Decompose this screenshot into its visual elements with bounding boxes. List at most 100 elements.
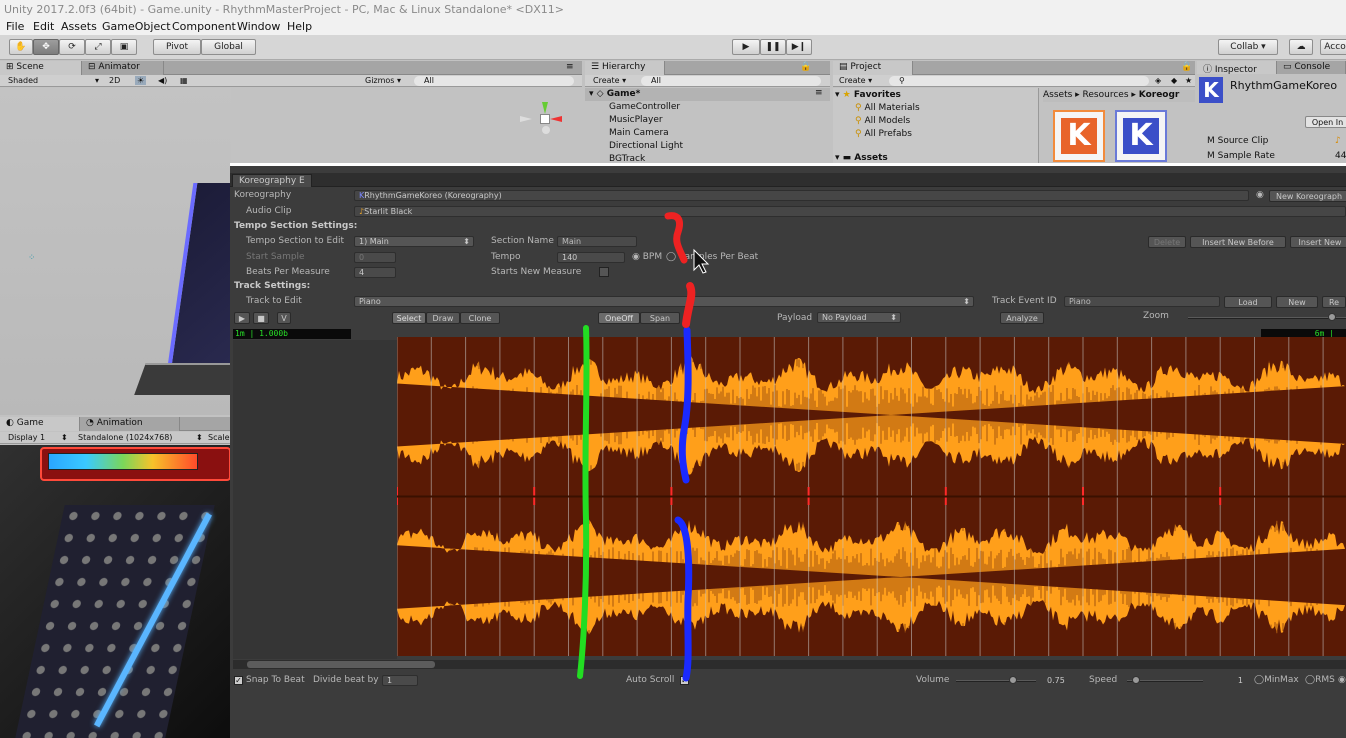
display-dropdown[interactable]: Display 1 <box>8 433 45 442</box>
project-create-dropdown[interactable]: Create ▾ <box>839 76 872 85</box>
favorites-header[interactable]: ▾ ★ Favorites <box>835 90 901 100</box>
hierarchy-item[interactable]: MusicPlayer <box>609 115 663 125</box>
favorite-item[interactable]: ⚲ All Models <box>855 116 910 126</box>
lock-icon[interactable]: 🔒 <box>800 62 811 72</box>
game-view[interactable] <box>0 445 231 738</box>
insert-after-button[interactable]: Insert New <box>1290 236 1346 248</box>
speed-value[interactable]: 1 <box>1208 675 1248 686</box>
start-sample-input[interactable]: 0 <box>354 252 396 263</box>
volume-value[interactable]: 0.75 <box>1042 675 1082 686</box>
tab-project[interactable]: ▤ Project <box>833 61 913 75</box>
menu-window[interactable]: Window <box>237 20 280 33</box>
tempo-section-dropdown[interactable]: 1) Main ⬍ <box>354 236 474 247</box>
koreography-field[interactable]: KRhythmGameKoreo (Koreography) <box>354 190 1249 201</box>
audio-toggle-icon[interactable]: ◀) <box>158 76 167 85</box>
favorite-item[interactable]: ⚲ All Prefabs <box>855 129 912 139</box>
play-icon[interactable]: ▶ <box>234 312 250 324</box>
scene-orientation-gizmo-icon[interactable] <box>516 100 576 150</box>
panel-menu-icon[interactable]: ≡ <box>566 62 574 72</box>
rms-radio[interactable]: ◯RMS <box>1305 675 1335 685</box>
new-track-button[interactable]: New <box>1276 296 1318 308</box>
play-button[interactable]: ▶ <box>732 39 760 55</box>
load-button[interactable]: Load <box>1224 296 1272 308</box>
tab-scene[interactable]: ⊞ Scene <box>0 61 82 75</box>
koreography-asset-icon[interactable]: K <box>1115 110 1167 162</box>
tab-inspector[interactable]: ⓘ Inspector <box>1197 61 1277 75</box>
star-filter-icon[interactable]: ★ <box>1185 76 1192 85</box>
display-arrow-icon[interactable]: ⬍ <box>61 433 68 442</box>
resolution-dropdown[interactable]: Standalone (1024x768) <box>78 433 172 442</box>
volume-slider[interactable] <box>956 680 1036 682</box>
speed-slider-knob[interactable] <box>1132 676 1140 684</box>
koreography-asset-icon[interactable]: K <box>1053 110 1105 162</box>
mode-select-button[interactable]: Select <box>392 312 426 324</box>
assets-folder[interactable]: ▾ ▬ Assets <box>835 153 888 163</box>
field-value[interactable]: 44 <box>1335 151 1346 161</box>
filter-type-icon[interactable]: ◈ <box>1155 76 1161 85</box>
gizmos-dropdown[interactable]: Gizmos ▾ <box>365 76 401 85</box>
zoom-slider[interactable] <box>1188 317 1346 319</box>
pause-button[interactable]: ❚❚ <box>760 39 786 55</box>
audio-clip-field[interactable]: ♪Starlit Black <box>354 206 1346 217</box>
horizontal-scrollbar[interactable] <box>233 660 1346 669</box>
global-toggle[interactable]: Global <box>201 39 256 55</box>
volume-slider-knob[interactable] <box>1009 676 1017 684</box>
tab-koreography-editor[interactable]: Koreography E <box>232 174 312 187</box>
hierarchy-item[interactable]: GameController <box>609 102 680 112</box>
project-lock-icon[interactable]: 🔒 <box>1181 62 1192 72</box>
2d-toggle[interactable]: 2D <box>109 76 120 85</box>
scale-tool-icon[interactable]: ⤢ <box>85 39 111 55</box>
beats-per-measure-input[interactable]: 4 <box>354 267 396 278</box>
object-picker-icon[interactable]: ◉ <box>1256 190 1264 200</box>
tempo-input[interactable]: 140 <box>557 252 625 263</box>
track-dropdown[interactable]: Piano ⬍ <box>354 296 974 307</box>
menu-assets[interactable]: Assets <box>61 20 97 33</box>
oneoff-button[interactable]: OneOff <box>598 312 640 324</box>
waveform-mode-radio[interactable]: ◉ <box>1338 675 1346 685</box>
shading-arrow-icon[interactable]: ▾ <box>95 76 99 85</box>
rotate-tool-icon[interactable]: ⟳ <box>59 39 85 55</box>
hierarchy-root-menu-icon[interactable]: ≡ <box>815 88 823 98</box>
track-event-id-input[interactable]: Piano <box>1064 296 1220 307</box>
audio-clip-icon[interactable]: ♪ <box>1335 136 1341 146</box>
delete-button[interactable]: Delete <box>1148 236 1186 248</box>
resolution-arrow-icon[interactable]: ⬍ <box>196 433 203 442</box>
menu-component[interactable]: Component <box>172 20 236 33</box>
collab-button[interactable]: Collab ▾ <box>1218 39 1278 55</box>
hierarchy-search-input[interactable]: All <box>641 76 821 86</box>
favorite-item[interactable]: ⚲ All Materials <box>855 103 920 113</box>
cloud-icon[interactable]: ☁ <box>1289 39 1313 55</box>
tab-game[interactable]: ◐ Game <box>0 417 80 431</box>
mode-draw-button[interactable]: Draw <box>426 312 460 324</box>
auto-scroll-checkbox[interactable]: ✓ <box>680 676 689 685</box>
tab-animator[interactable]: ⊟ Animator <box>82 61 164 75</box>
open-in-button[interactable]: Open In <box>1305 116 1346 128</box>
hierarchy-create-dropdown[interactable]: Create ▾ <box>593 76 626 85</box>
menu-gameobject[interactable]: GameObject <box>102 20 171 33</box>
menu-edit[interactable]: Edit <box>33 20 54 33</box>
minmax-radio[interactable]: ◯MinMax <box>1254 675 1299 685</box>
breadcrumb-item[interactable]: Resources <box>1083 90 1129 100</box>
new-koreography-button[interactable]: New Koreograph <box>1269 190 1346 202</box>
bpm-radio[interactable]: ◉ BPM <box>632 252 662 262</box>
stop-icon[interactable]: ■ <box>253 312 269 324</box>
zoom-slider-knob[interactable] <box>1328 313 1336 321</box>
breadcrumb-item[interactable]: Koreogr <box>1139 90 1180 100</box>
menu-file[interactable]: File <box>6 20 24 33</box>
lighting-toggle-icon[interactable]: ☀ <box>135 76 147 85</box>
move-tool-icon[interactable]: ✥ <box>33 39 59 55</box>
filter-label-icon[interactable]: ◆ <box>1171 76 1177 85</box>
shading-dropdown[interactable]: Shaded <box>8 76 38 85</box>
section-name-input[interactable]: Main <box>557 236 637 247</box>
hierarchy-item[interactable]: Directional Light <box>609 141 683 151</box>
audio-waveform[interactable] <box>397 337 1346 656</box>
tab-console[interactable]: ▭ Console <box>1277 61 1346 75</box>
divide-beat-input[interactable]: 1 <box>382 675 418 686</box>
v-toggle[interactable]: V <box>277 312 291 324</box>
pivot-toggle[interactable]: Pivot <box>153 39 201 55</box>
insert-before-button[interactable]: Insert New Before <box>1190 236 1286 248</box>
breadcrumb-item[interactable]: Assets <box>1043 90 1072 100</box>
account-button[interactable]: Acco <box>1320 39 1346 55</box>
starts-new-measure-checkbox[interactable] <box>599 267 609 277</box>
effects-toggle-icon[interactable]: ▦ <box>180 76 188 85</box>
